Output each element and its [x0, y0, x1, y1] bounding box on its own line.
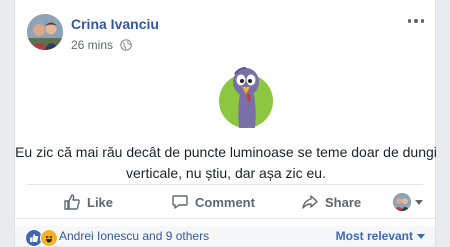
reaction-icons[interactable] — [25, 229, 58, 247]
action-bar: Like Comment Share — [15, 186, 435, 218]
like-button[interactable]: Like — [63, 186, 113, 218]
like-label: Like — [87, 194, 114, 210]
post-meta: 26 mins — [71, 38, 133, 54]
sort-dropdown[interactable]: Most relevant — [336, 229, 425, 243]
more-options-icon[interactable] — [405, 14, 427, 28]
chevron-down-icon — [415, 199, 423, 205]
divider — [27, 184, 423, 185]
comment-icon — [172, 195, 188, 209]
post-timestamp[interactable]: 26 mins — [71, 38, 113, 52]
divider — [15, 218, 435, 219]
post-card: Crina Ivanciu 26 mins Eu zic că mai rău … — [14, 0, 437, 232]
share-button[interactable]: Share — [301, 186, 361, 218]
profile-avatar — [393, 193, 411, 211]
turkey-sticker — [211, 64, 281, 134]
comment-button[interactable]: Comment — [171, 186, 255, 218]
like-icon — [64, 194, 80, 210]
comment-label: Comment — [195, 194, 255, 210]
post-text: Eu zic că mai rău decât de puncte lumino… — [15, 144, 437, 181]
reactions-summary: Andrei Ionescu and 9 others Most relevan… — [14, 226, 436, 247]
reactions-label[interactable]: Andrei Ionescu and 9 others — [59, 229, 209, 243]
author-name[interactable]: Crina Ivanciu — [71, 16, 159, 32]
profile-selector[interactable] — [393, 186, 423, 218]
author-avatar[interactable] — [27, 14, 63, 50]
globe-icon[interactable] — [120, 39, 133, 54]
share-icon — [302, 195, 318, 209]
chevron-down-icon — [417, 233, 425, 239]
share-label: Share — [325, 194, 362, 210]
sort-label: Most relevant — [335, 229, 413, 243]
haha-reaction-icon — [40, 229, 58, 247]
